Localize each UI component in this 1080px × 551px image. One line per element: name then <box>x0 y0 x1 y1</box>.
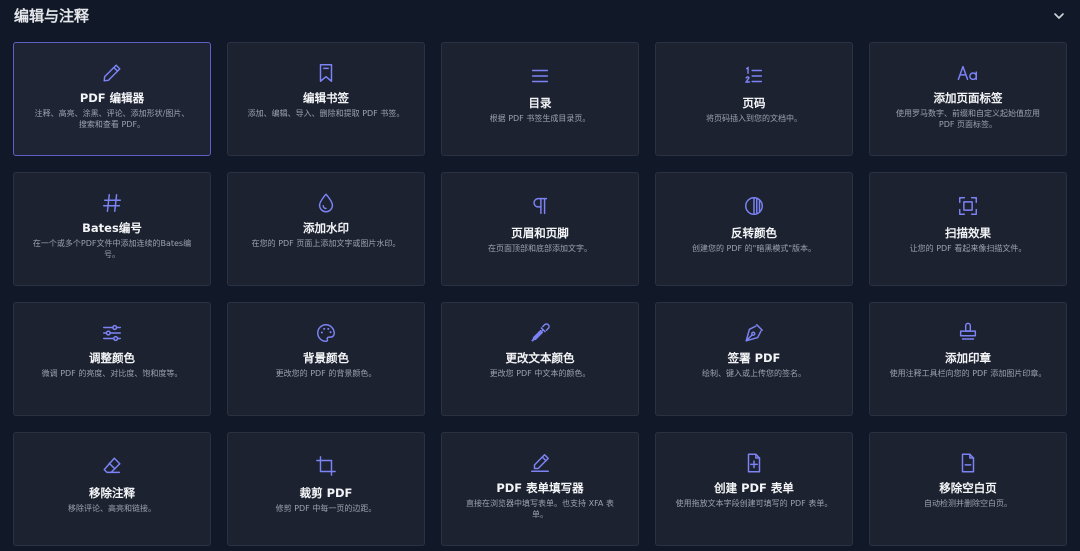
tool-name: 添加页面标签 <box>933 91 1003 105</box>
tool-description: 使用拖放文本字段创建可填写的 PDF 表单。 <box>675 499 833 508</box>
tool-description: 让您的 PDF 看起来像扫描文件。 <box>909 244 1027 253</box>
tool-card-page-labels[interactable]: 添加页面标签 使用罗马数字、前缀和自定义起始值应用 PDF 页面标签。 <box>869 42 1067 156</box>
tool-description: 自动检测并删除空白页。 <box>924 499 1012 508</box>
tool-name: PDF 表单填写器 <box>496 481 584 495</box>
tool-name: 更改文本颜色 <box>505 351 575 365</box>
tool-description: 在一个或多个PDF文件中添加连续的Bates编号。 <box>32 239 192 259</box>
tool-card-table-of-contents[interactable]: 目录 根据 PDF 书签生成目录页。 <box>441 42 639 156</box>
pen-nib-icon <box>743 322 765 344</box>
text-size-icon <box>957 62 979 84</box>
tool-name: 移除空白页 <box>939 481 997 495</box>
tool-name: 背景颜色 <box>303 351 349 365</box>
tool-name: 目录 <box>528 96 552 110</box>
tool-name: 调整颜色 <box>89 351 135 365</box>
tool-name: 裁剪 PDF <box>299 486 353 500</box>
tool-description: 直接在浏览器中填写表单。也支持 XFA 表单。 <box>466 499 614 519</box>
tool-card-crop-pdf[interactable]: 裁剪 PDF 修剪 PDF 中每一页的边距。 <box>227 432 425 546</box>
stamp-icon <box>957 322 979 344</box>
eyedropper-icon <box>529 322 551 344</box>
tool-card-form-filler[interactable]: PDF 表单填写器 直接在浏览器中填写表单。也支持 XFA 表单。 <box>441 432 639 546</box>
chevron-down-icon[interactable] <box>1052 8 1066 22</box>
hash-icon <box>101 192 123 214</box>
crop-icon <box>315 455 337 477</box>
tool-description: 创建您的 PDF 的"暗黑模式"版本。 <box>691 244 817 253</box>
tool-name: 反转颜色 <box>731 226 777 240</box>
tool-name: 签署 PDF <box>727 351 781 365</box>
tool-name: 添加水印 <box>303 221 349 235</box>
tool-name: Bates编号 <box>82 221 142 235</box>
tool-description: 使用罗马数字、前缀和自定义起始值应用 PDF 页面标签。 <box>896 109 1040 129</box>
tool-card-invert-colors[interactable]: 反转颜色 创建您的 PDF 的"暗黑模式"版本。 <box>655 172 853 286</box>
tool-card-edit-bookmarks[interactable]: 编辑书签 添加、编辑、导入、删除和提取 PDF 书签。 <box>227 42 425 156</box>
tool-card-remove-annotations[interactable]: 移除注释 移除评论、高亮和链接。 <box>13 432 211 546</box>
tool-card-add-stamp[interactable]: 添加印章 使用注释工具栏向您的 PDF 添加图片印章。 <box>869 302 1067 416</box>
eraser-icon <box>101 455 123 477</box>
pencil-icon <box>101 62 123 84</box>
droplet-icon <box>315 192 337 214</box>
tool-description: 在您的 PDF 页面上添加文字或图片水印。 <box>251 239 401 248</box>
tool-card-background-color[interactable]: 背景颜色 更改您的 PDF 的背景颜色。 <box>227 302 425 416</box>
tool-card-create-form[interactable]: 创建 PDF 表单 使用拖放文本字段创建可填写的 PDF 表单。 <box>655 432 853 546</box>
pilcrow-icon <box>529 195 551 217</box>
tool-card-header-footer[interactable]: 页眉和页脚 在页面顶部和底部添加文字。 <box>441 172 639 286</box>
tool-description: 添加、编辑、导入、删除和提取 PDF 书签。 <box>247 109 405 118</box>
tool-description: 绘制、键入或上传您的签名。 <box>702 369 806 378</box>
tools-grid: PDF 编辑器 注释、高亮、涂黑、评论、添加形状/图片、搜索和查看 PDF。 编… <box>13 42 1067 546</box>
tool-description: 移除评论、高亮和链接。 <box>68 504 156 513</box>
tool-name: 扫描效果 <box>945 226 991 240</box>
tool-card-pdf-editor[interactable]: PDF 编辑器 注释、高亮、涂黑、评论、添加形状/图片、搜索和查看 PDF。 <box>13 42 211 156</box>
tool-card-remove-blank-pages[interactable]: 移除空白页 自动检测并删除空白页。 <box>869 432 1067 546</box>
palette-icon <box>315 322 337 344</box>
sliders-icon <box>101 322 123 344</box>
tool-description: 使用注释工具栏向您的 PDF 添加图片印章。 <box>889 369 1047 378</box>
tool-card-page-numbers[interactable]: 页码 将页码插入到您的文档中。 <box>655 42 853 156</box>
tool-name: 页眉和页脚 <box>511 226 569 240</box>
tool-card-watermark[interactable]: 添加水印 在您的 PDF 页面上添加文字或图片水印。 <box>227 172 425 286</box>
tool-card-adjust-colors[interactable]: 调整颜色 微调 PDF 的亮度、对比度、饱和度等。 <box>13 302 211 416</box>
tool-name: PDF 编辑器 <box>79 91 145 105</box>
tool-name: 移除注释 <box>89 486 135 500</box>
form-edit-icon <box>529 452 551 474</box>
tool-card-scan-effect[interactable]: 扫描效果 让您的 PDF 看起来像扫描文件。 <box>869 172 1067 286</box>
section-title: 编辑与注释 <box>14 7 90 25</box>
tool-card-sign-pdf[interactable]: 签署 PDF 绘制、键入或上传您的签名。 <box>655 302 853 416</box>
bookmark-icon <box>315 62 337 84</box>
tool-name: 编辑书签 <box>303 91 349 105</box>
tool-name: 创建 PDF 表单 <box>714 481 794 495</box>
tool-description: 修剪 PDF 中每一页的边距。 <box>275 504 377 513</box>
tool-description: 更改您 PDF 中文本的颜色。 <box>489 369 591 378</box>
tool-description: 将页码插入到您的文档中。 <box>706 114 802 123</box>
tool-description: 更改您的 PDF 的背景颜色。 <box>275 369 377 378</box>
tool-description: 微调 PDF 的亮度、对比度、饱和度等。 <box>41 369 183 378</box>
tool-description: 根据 PDF 书签生成目录页。 <box>489 114 591 123</box>
file-minus-icon <box>957 452 979 474</box>
numbered-list-icon <box>743 65 765 87</box>
file-plus-icon <box>743 452 765 474</box>
tool-card-bates-numbering[interactable]: Bates编号 在一个或多个PDF文件中添加连续的Bates编号。 <box>13 172 211 286</box>
tool-name: 页码 <box>742 96 766 110</box>
tool-card-text-color[interactable]: 更改文本颜色 更改您 PDF 中文本的颜色。 <box>441 302 639 416</box>
contrast-icon <box>743 195 765 217</box>
scan-icon <box>957 195 979 217</box>
list-icon <box>529 65 551 87</box>
section-header[interactable]: 编辑与注释 <box>0 0 1080 30</box>
tool-name: 添加印章 <box>945 351 991 365</box>
tool-description: 注释、高亮、涂黑、评论、添加形状/图片、搜索和查看 PDF。 <box>34 109 190 129</box>
tool-description: 在页面顶部和底部添加文字。 <box>488 244 592 253</box>
